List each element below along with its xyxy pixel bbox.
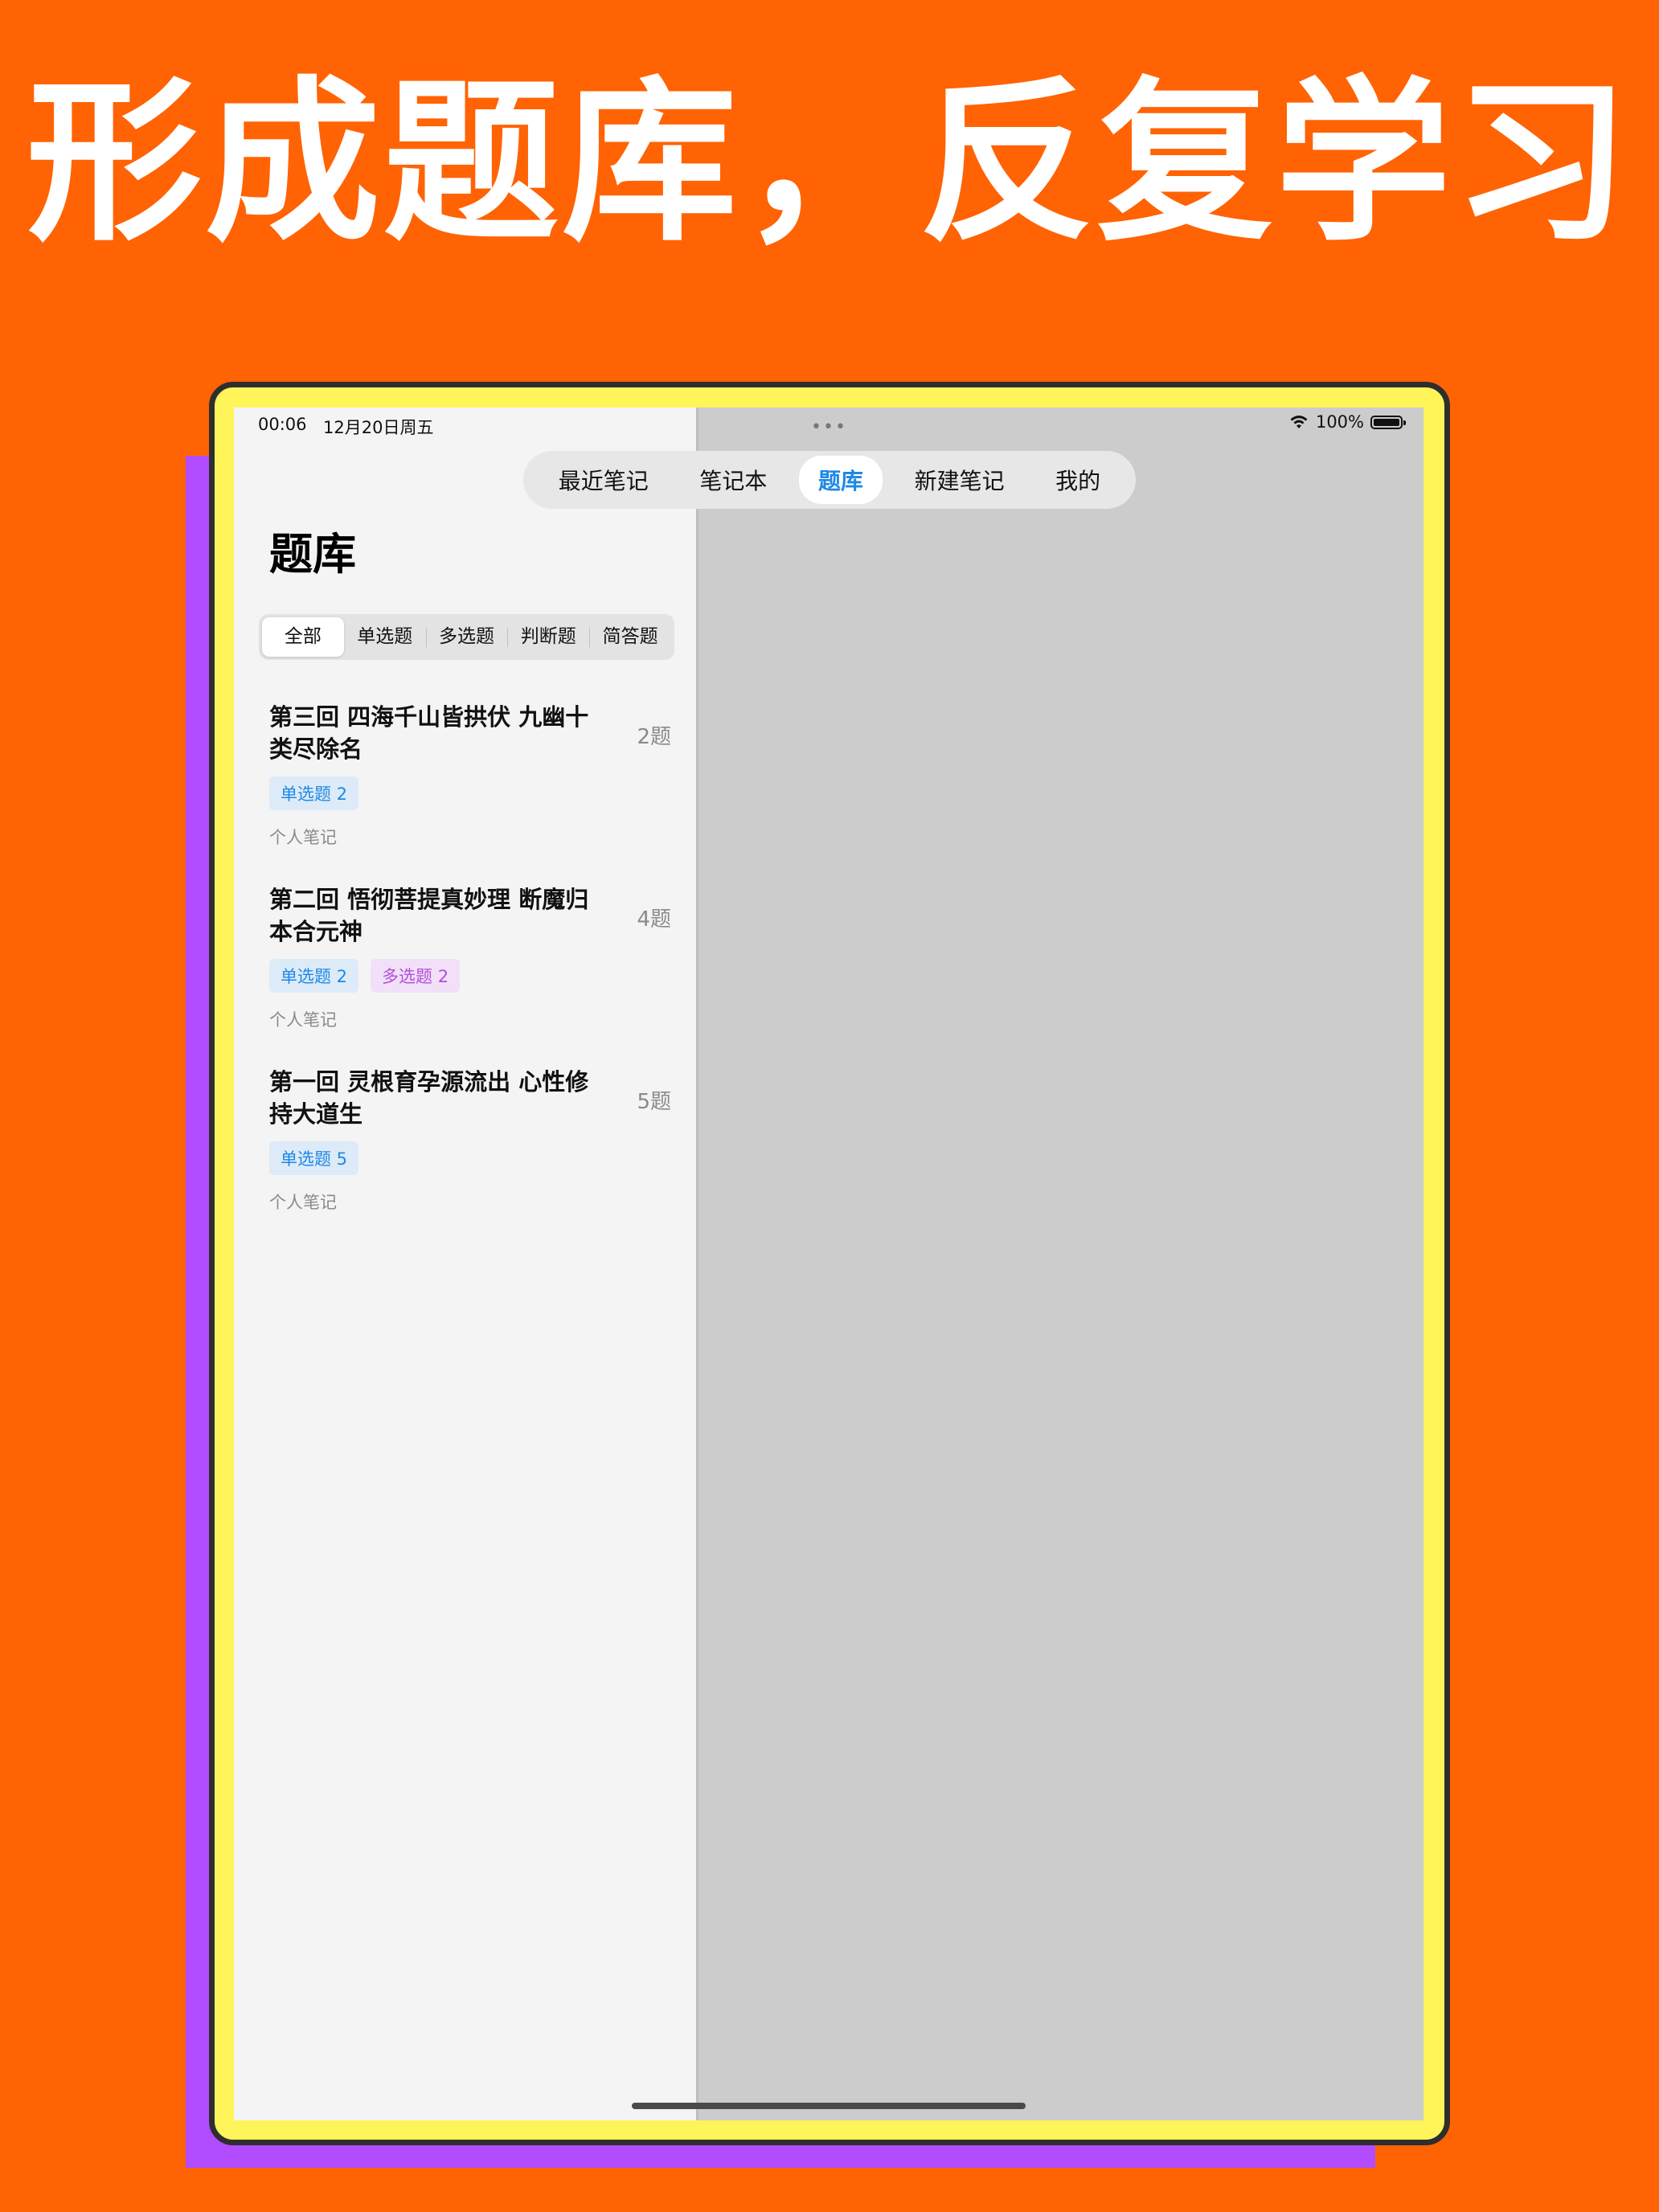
question-type-filter: 全部 单选题 多选题 判断题 简答题 xyxy=(259,614,674,660)
bank-source: 个人笔记 xyxy=(269,828,337,847)
list-item[interactable]: 第三回 四海千山皆拱伏 九幽十类尽除名 2题 单选题 2 个人笔记 xyxy=(269,701,671,883)
list-item[interactable]: 第二回 悟彻菩提真妙理 断魔归本合元神 4题 单选题 2 多选题 2 个人笔记 xyxy=(269,883,671,1066)
segment-short-answer[interactable]: 简答题 xyxy=(589,617,671,657)
tab-bar: 最近笔记 笔记本 题库 新建笔记 我的 xyxy=(523,451,1136,509)
bank-count: 5题 xyxy=(637,1090,671,1114)
bank-count: 2题 xyxy=(637,725,671,749)
multitask-dots-icon[interactable]: ••• xyxy=(811,417,847,437)
bank-tags: 单选题 5 xyxy=(269,1141,671,1175)
segment-single-choice[interactable]: 单选题 xyxy=(344,617,426,657)
battery-percentage: 100% xyxy=(1315,412,1364,432)
status-date: 12月20日周五 xyxy=(323,418,434,437)
bank-source: 个人笔记 xyxy=(269,1010,337,1030)
list-item[interactable]: 第一回 灵根育孕源流出 心性修持大道生 5题 单选题 5 个人笔记 xyxy=(269,1066,671,1248)
tab-notebooks[interactable]: 笔记本 xyxy=(680,456,786,504)
question-bank-list: 第三回 四海千山皆拱伏 九幽十类尽除名 2题 单选题 2 个人笔记 第二回 悟彻… xyxy=(269,701,671,1248)
bank-title: 第二回 悟彻菩提真妙理 断魔归本合元神 xyxy=(269,886,589,945)
tab-recent-notes[interactable]: 最近笔记 xyxy=(539,456,668,504)
bank-title: 第一回 灵根育孕源流出 心性修持大道生 xyxy=(269,1068,589,1128)
headline: 形成题库，反复学习 xyxy=(27,62,1632,265)
tab-new-note[interactable]: 新建笔记 xyxy=(895,456,1024,504)
segment-multiple-choice[interactable]: 多选题 xyxy=(425,617,508,657)
segment-all[interactable]: 全部 xyxy=(262,617,344,657)
bank-tags: 单选题 2 多选题 2 xyxy=(269,959,671,993)
segment-true-false[interactable]: 判断题 xyxy=(507,617,589,657)
tag-single-choice: 单选题 2 xyxy=(269,776,359,810)
tag-single-choice: 单选题 2 xyxy=(269,959,359,993)
bank-title: 第三回 四海千山皆拱伏 九幽十类尽除名 xyxy=(269,703,589,763)
device-screen: 00:06 12月20日周五 ••• 100% 最近笔记 笔记本 题库 新建笔记… xyxy=(234,408,1423,2120)
status-time: 00:06 xyxy=(258,415,307,434)
tab-question-bank[interactable]: 题库 xyxy=(798,456,883,504)
bank-tags: 单选题 2 xyxy=(269,776,671,810)
battery-icon xyxy=(1370,415,1406,429)
bank-count: 4题 xyxy=(637,907,671,932)
status-indicators: 100% xyxy=(1288,412,1406,432)
wifi-icon xyxy=(1290,416,1308,428)
page-title: 题库 xyxy=(269,529,356,580)
tab-mine[interactable]: 我的 xyxy=(1036,456,1120,504)
tag-single-choice: 单选题 5 xyxy=(269,1141,359,1175)
tag-multiple-choice: 多选题 2 xyxy=(371,959,461,993)
bank-source: 个人笔记 xyxy=(269,1193,337,1212)
sidebar xyxy=(234,408,698,2120)
home-indicator[interactable] xyxy=(632,2103,1026,2109)
